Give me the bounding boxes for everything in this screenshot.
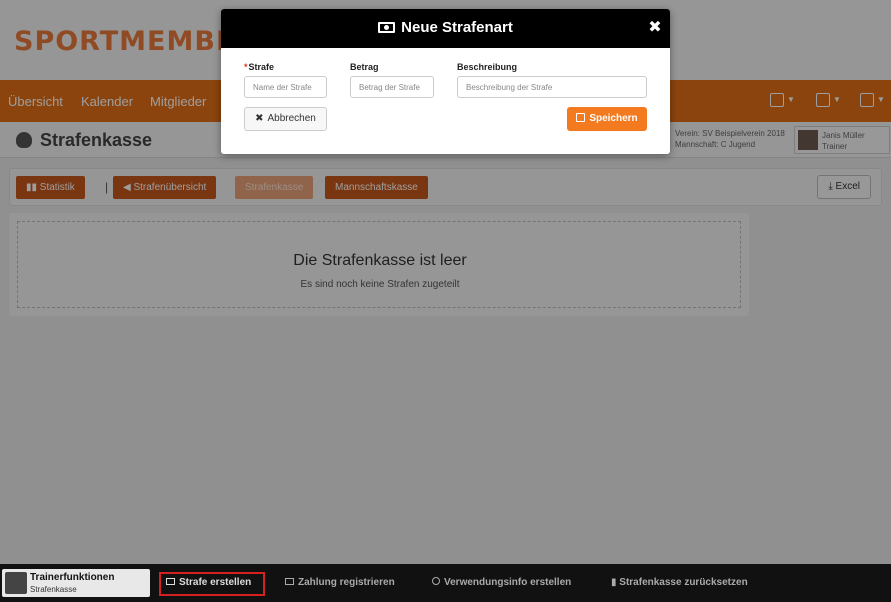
- modal-title: Neue Strafenart: [401, 19, 513, 36]
- close-icon: ✖: [255, 113, 264, 124]
- trainer-subtitle: Strafenkasse: [30, 585, 77, 594]
- trainer-functions-toggle[interactable]: Trainerfunktionen Strafenkasse: [2, 569, 150, 597]
- trainer-icon: [5, 572, 27, 594]
- beschreibung-input[interactable]: [457, 76, 647, 98]
- register-payment-button[interactable]: Zahlung registrieren: [285, 577, 395, 588]
- new-penalty-type-modal: Neue Strafenart ✖ *Strafe Betrag Beschre…: [221, 9, 670, 154]
- strafe-name-input[interactable]: [244, 76, 327, 98]
- plus-circle-icon: [432, 577, 440, 585]
- money-icon: [378, 22, 396, 33]
- save-button[interactable]: Speichern: [567, 107, 647, 131]
- trainer-functions-bar: Trainerfunktionen Strafenkasse Strafe er…: [0, 564, 891, 602]
- required-marker: *: [244, 62, 248, 72]
- betrag-label: Betrag: [350, 62, 379, 72]
- create-usage-info-button[interactable]: Verwendungsinfo erstellen: [432, 577, 571, 588]
- strafe-label: *Strafe: [244, 62, 275, 72]
- money-icon: [166, 578, 175, 585]
- create-penalty-button[interactable]: Strafe erstellen: [166, 577, 251, 588]
- trainer-title: Trainerfunktionen: [30, 572, 115, 583]
- betrag-input[interactable]: [350, 76, 434, 98]
- reset-penalty-fund-button[interactable]: ▮ Strafenkasse zurücksetzen: [611, 577, 748, 588]
- modal-header: Neue Strafenart ✖: [221, 9, 670, 48]
- cancel-button[interactable]: ✖ Abbrechen: [244, 107, 327, 131]
- money-icon: [285, 578, 294, 585]
- floppy-disk-icon: [576, 113, 586, 122]
- beschreibung-label: Beschreibung: [457, 62, 518, 72]
- close-icon[interactable]: ✖: [648, 20, 662, 36]
